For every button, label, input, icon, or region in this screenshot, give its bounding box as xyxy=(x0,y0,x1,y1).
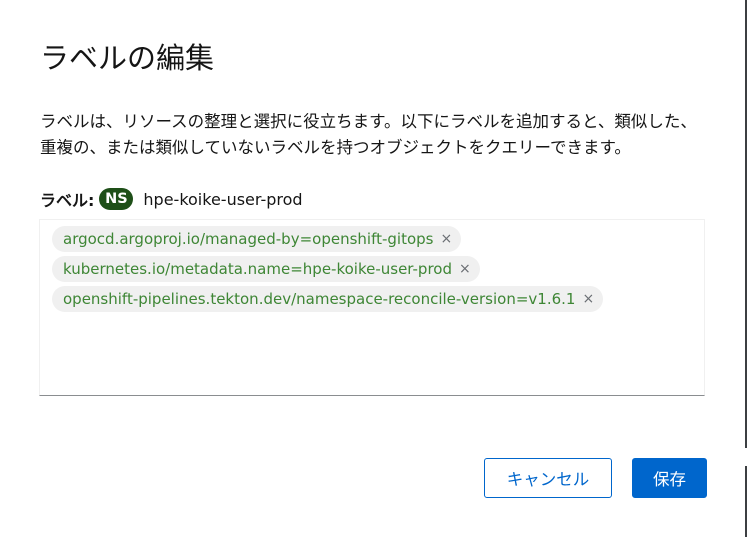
label-chip: kubernetes.io/metadata.name=hpe-koike-us… xyxy=(52,256,480,282)
resource-name: hpe-koike-user-prod xyxy=(143,189,303,209)
namespace-badge: NS xyxy=(99,188,134,210)
label-chip-text: kubernetes.io/metadata.name=hpe-koike-us… xyxy=(63,260,452,278)
label-chip: argocd.argoproj.io/managed-by=openshift-… xyxy=(52,226,462,252)
modal-title: ラベルの編集 xyxy=(40,41,215,75)
window-edge-gap xyxy=(745,448,749,466)
modal-description: ラベルは、リソースの整理と選択に役立ちます。以下にラベルを追加すると、類似した、… xyxy=(40,112,697,157)
save-button[interactable]: 保存 xyxy=(632,458,707,498)
label-chip-text: argocd.argoproj.io/managed-by=openshift-… xyxy=(63,230,434,248)
label-chip: openshift-pipelines.tekton.dev/namespace… xyxy=(52,286,604,312)
cancel-button[interactable]: キャンセル xyxy=(484,458,612,498)
label-field-header: ラベル: NS hpe-koike-user-prod xyxy=(40,186,303,212)
label-heading: ラベル: xyxy=(40,191,95,210)
edit-labels-modal: ラベルの編集 ラベルは、リソースの整理と選択に役立ちます。以下にラベルを追加する… xyxy=(0,0,745,537)
label-chip-text: openshift-pipelines.tekton.dev/namespace… xyxy=(63,290,576,308)
remove-label-icon[interactable]: × xyxy=(459,262,471,276)
labels-input[interactable]: argocd.argoproj.io/managed-by=openshift-… xyxy=(39,219,705,396)
remove-label-icon[interactable]: × xyxy=(582,292,594,306)
remove-label-icon[interactable]: × xyxy=(440,232,452,246)
